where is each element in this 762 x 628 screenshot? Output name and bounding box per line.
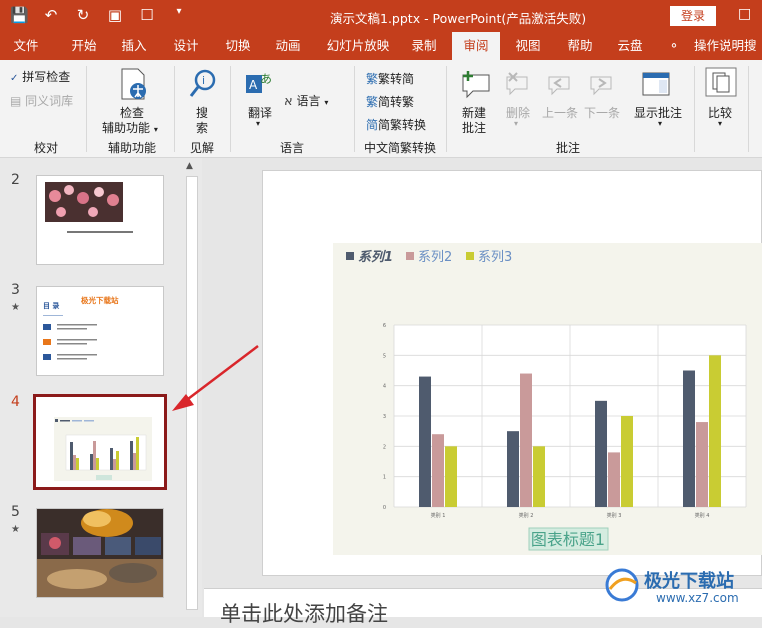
slide-thumbnail-image	[43, 315, 97, 360]
present-icon[interactable]: ▣	[106, 6, 124, 24]
scroll-up-icon[interactable]: ▲	[186, 161, 193, 171]
svg-text:あ: あ	[260, 72, 272, 86]
chevron-down-icon: ▾	[153, 125, 158, 134]
group-separator	[748, 66, 749, 152]
tab-cloud[interactable]: 云盘	[608, 32, 652, 60]
svg-text:A: A	[249, 78, 258, 92]
thesaurus-icon: ▤	[10, 94, 22, 108]
title-bar: 💾 ↶ ↻ ▣ ☐ ▾ 演示文稿1.pptx - PowerPoint(产品激活…	[0, 0, 762, 32]
show-comments-icon	[640, 70, 672, 98]
trad-simp-icon: 繁	[366, 72, 379, 86]
lightbulb-icon: ⚬	[668, 38, 680, 53]
group-separator	[446, 66, 447, 152]
tab-view[interactable]: 视图	[506, 32, 550, 60]
chevron-down-icon: ▾	[718, 119, 723, 128]
language-button[interactable]: א 语言 ▾	[284, 92, 328, 109]
tab-record[interactable]: 录制	[402, 32, 446, 60]
tab-slideshow[interactable]: 幻灯片放映	[322, 32, 394, 60]
group-label-language: 语言	[280, 141, 305, 155]
smart-lookup-button-line2[interactable]: 索	[196, 119, 208, 136]
group-label-proofing: 校对	[34, 141, 59, 155]
translate-icon: Aあ	[244, 68, 274, 100]
watermark-name: 极光下载站	[644, 571, 734, 592]
group-separator	[694, 66, 695, 152]
redo-icon[interactable]: ↻	[74, 6, 92, 24]
login-button[interactable]: 登录	[670, 6, 716, 26]
notes-placeholder[interactable]: 单击此处添加备注	[220, 598, 388, 628]
language-icon: א	[284, 94, 293, 109]
slide-thumbnail-5[interactable]	[36, 508, 164, 598]
tab-design[interactable]: 设计	[164, 32, 208, 60]
slide-number: 5	[11, 504, 20, 520]
slide-thumbnail-image	[54, 417, 152, 481]
new-comment-button-line2[interactable]: 批注	[462, 119, 486, 136]
delete-comment-icon	[502, 70, 532, 98]
previous-comment-button[interactable]: 上一条	[542, 104, 578, 121]
scrollbar-thumb[interactable]	[186, 176, 198, 610]
group-label-insights: 见解	[190, 141, 215, 155]
simp-to-trad-button[interactable]: 繁简转繁	[366, 93, 414, 110]
slide-number: 3	[11, 282, 20, 298]
previous-comment-icon	[544, 70, 574, 98]
tab-animations[interactable]: 动画	[266, 32, 310, 60]
ribbon-review: ✓ 拼写检查 ▤ 同义词库 校对 检查 辅助功能 ▾ 辅助功能 i 搜 索 见解…	[0, 60, 762, 158]
tab-help[interactable]: 帮助	[558, 32, 602, 60]
group-separator	[86, 66, 87, 152]
watermark: 极光下载站 www.xz7.com	[600, 563, 760, 613]
undo-icon[interactable]: ↶	[42, 6, 60, 24]
slide-number: 4	[11, 394, 20, 410]
tell-me-search[interactable]: 操作说明搜	[694, 32, 762, 60]
slide-thumbnail-4[interactable]	[33, 394, 167, 490]
spell-check-icon: ✓	[10, 73, 19, 84]
ribbon-tab-bar: 文件 开始 插入 设计 切换 动画 幻灯片放映 录制 审阅 视图 帮助 云盘 ⚬…	[0, 32, 762, 60]
group-label-chinese: 中文简繁转换	[364, 141, 437, 155]
chinese-convert-icon: 简	[366, 118, 379, 132]
chevron-down-icon: ▾	[658, 119, 663, 128]
thesaurus-button[interactable]: ▤ 同义词库	[10, 92, 73, 109]
accessibility-button-line2[interactable]: 辅助功能 ▾	[102, 119, 158, 136]
next-comment-button[interactable]: 下一条	[584, 104, 620, 121]
svg-text:i: i	[202, 74, 205, 87]
slide-thumbnail-image	[45, 182, 133, 233]
chevron-down-icon: ▾	[324, 98, 329, 107]
slide-thumbnail-image	[37, 509, 163, 597]
chinese-convert-button[interactable]: 简简繁转换	[366, 116, 426, 133]
save-icon[interactable]: 💾	[10, 6, 29, 24]
tab-file[interactable]: 文件	[4, 32, 48, 60]
compare-icon	[704, 66, 738, 98]
document-title: 演示文稿1.pptx - PowerPoint(产品激活失败)	[330, 11, 587, 26]
quick-access-toolbar: 💾 ↶ ↻ ▣ ☐ ▾	[10, 6, 188, 24]
customize-qat-icon[interactable]: ▾	[170, 6, 188, 24]
slide-number: 2	[11, 172, 20, 188]
group-separator	[354, 66, 355, 152]
group-label-accessibility: 辅助功能	[108, 141, 157, 155]
accessibility-check-icon	[116, 66, 152, 102]
chart-area[interactable]	[333, 243, 762, 555]
chevron-down-icon: ▾	[514, 119, 519, 128]
smart-lookup-icon: i	[188, 68, 218, 100]
animation-star-icon: ★	[11, 302, 20, 313]
spell-check-button[interactable]: ✓ 拼写检查	[10, 68, 70, 85]
watermark-url: www.xz7.com	[656, 591, 739, 605]
animation-star-icon: ★	[11, 524, 20, 535]
slide-thumbnail-2[interactable]	[36, 175, 164, 265]
group-label-comments: 批注	[556, 141, 581, 155]
tab-home[interactable]: 开始	[60, 32, 108, 60]
slide-thumbnail-3[interactable]: 极光下载站 目 录	[36, 286, 164, 376]
chevron-down-icon: ▾	[256, 119, 261, 128]
simp-trad-icon: 繁	[366, 95, 379, 109]
preview-icon[interactable]: ☐	[138, 6, 156, 24]
tab-transitions[interactable]: 切换	[216, 32, 260, 60]
group-separator	[174, 66, 175, 152]
next-comment-icon	[586, 70, 616, 98]
tab-review[interactable]: 审阅	[452, 32, 500, 60]
new-comment-icon	[458, 68, 494, 100]
group-separator	[230, 66, 231, 152]
tab-insert[interactable]: 插入	[112, 32, 156, 60]
trad-to-simp-button[interactable]: 繁繁转简	[366, 70, 414, 87]
restore-icon[interactable]: □	[738, 6, 751, 22]
